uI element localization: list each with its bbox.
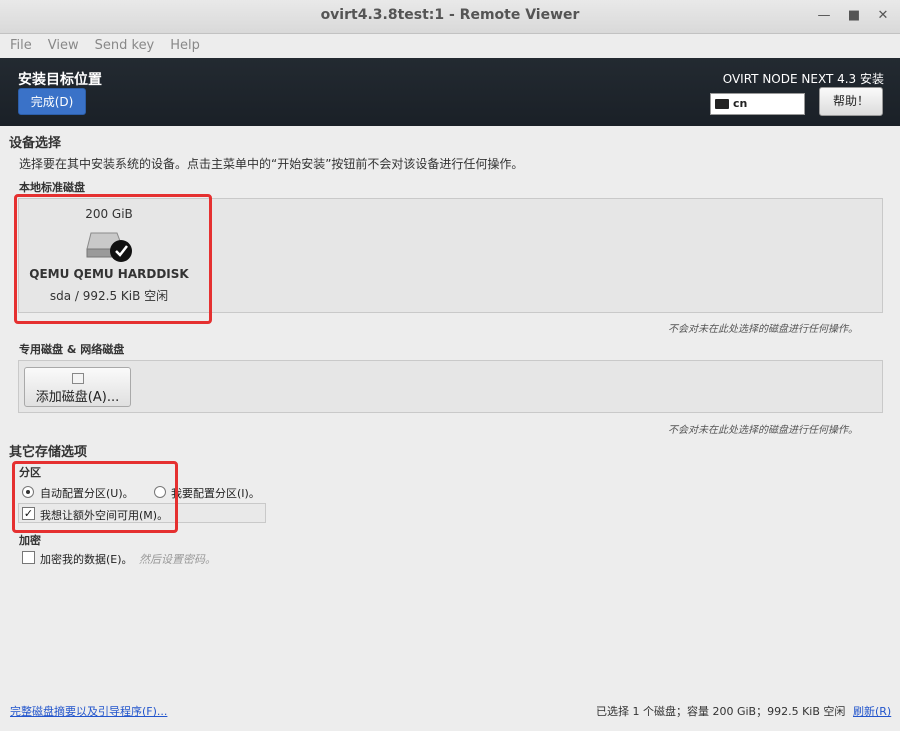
product-title: OVIRT NODE NEXT 4.3 安装 bbox=[722, 72, 884, 86]
done-button[interactable]: 完成(D) bbox=[18, 88, 86, 115]
refresh-link[interactable]: 刷新(R) bbox=[853, 703, 891, 719]
encrypt-title: 加密 bbox=[19, 534, 41, 547]
manual-partition-label[interactable]: 我要配置分区(I)。 bbox=[171, 485, 260, 501]
special-disks-title: 专用磁盘 & 网络磁盘 bbox=[19, 343, 125, 356]
add-disk-button[interactable]: 添加磁盘(A)... bbox=[24, 367, 131, 407]
page-title: 安装目标位置 bbox=[18, 72, 102, 88]
selection-status: 已选择 1 个磁盘；容量 200 GiB；992.5 KiB 空闲 bbox=[596, 705, 846, 718]
menu-bar: File View Send key Help bbox=[0, 34, 900, 58]
special-disks-panel bbox=[18, 360, 883, 413]
keyboard-layout-label: cn bbox=[733, 97, 748, 110]
close-icon[interactable]: ✕ bbox=[873, 6, 893, 26]
highlight-box-disk bbox=[14, 194, 212, 324]
window-title: ovirt4.3.8test:1 - Remote Viewer bbox=[320, 7, 580, 23]
minimize-icon[interactable]: — bbox=[814, 6, 834, 26]
menu-help[interactable]: Help bbox=[170, 34, 200, 53]
window-titlebar: ovirt4.3.8test:1 - Remote Viewer — ■ ✕ bbox=[0, 0, 900, 34]
highlight-box-partition bbox=[12, 461, 178, 533]
encrypt-hint: 然后设置密码。 bbox=[139, 553, 216, 566]
device-description: 选择要在其中安装系统的设备。点击主菜单中的“开始安装”按钮前不会对该设备进行任何… bbox=[19, 157, 524, 171]
keyboard-icon bbox=[715, 99, 729, 109]
menu-view[interactable]: View bbox=[48, 34, 79, 53]
encrypt-checkbox[interactable] bbox=[22, 551, 35, 564]
installer-header: 安装目标位置 完成(D) OVIRT NODE NEXT 4.3 安装 cn 帮… bbox=[0, 58, 900, 126]
add-disk-label: 添加磁盘(A)... bbox=[35, 390, 120, 405]
menu-file[interactable]: File bbox=[10, 34, 32, 53]
local-disks-title: 本地标准磁盘 bbox=[19, 181, 85, 194]
special-disks-note: 不会对未在此处选择的磁盘进行任何操作。 bbox=[668, 425, 858, 436]
local-disks-note: 不会对未在此处选择的磁盘进行任何操作。 bbox=[668, 324, 858, 335]
keyboard-layout-indicator[interactable]: cn bbox=[710, 93, 805, 115]
storage-section-title: 其它存储选项 bbox=[9, 445, 88, 460]
help-button[interactable]: 帮助！ bbox=[819, 87, 883, 116]
maximize-icon[interactable]: ■ bbox=[844, 6, 864, 26]
full-disk-summary-link[interactable]: 完整磁盘摘要以及引导程序(F)... bbox=[10, 703, 167, 719]
menu-sendkey[interactable]: Send key bbox=[95, 34, 155, 53]
device-section-title: 设备选择 bbox=[9, 136, 62, 151]
add-disk-icon bbox=[71, 373, 84, 384]
encrypt-label[interactable]: 加密我的数据(E)。 bbox=[40, 551, 133, 567]
